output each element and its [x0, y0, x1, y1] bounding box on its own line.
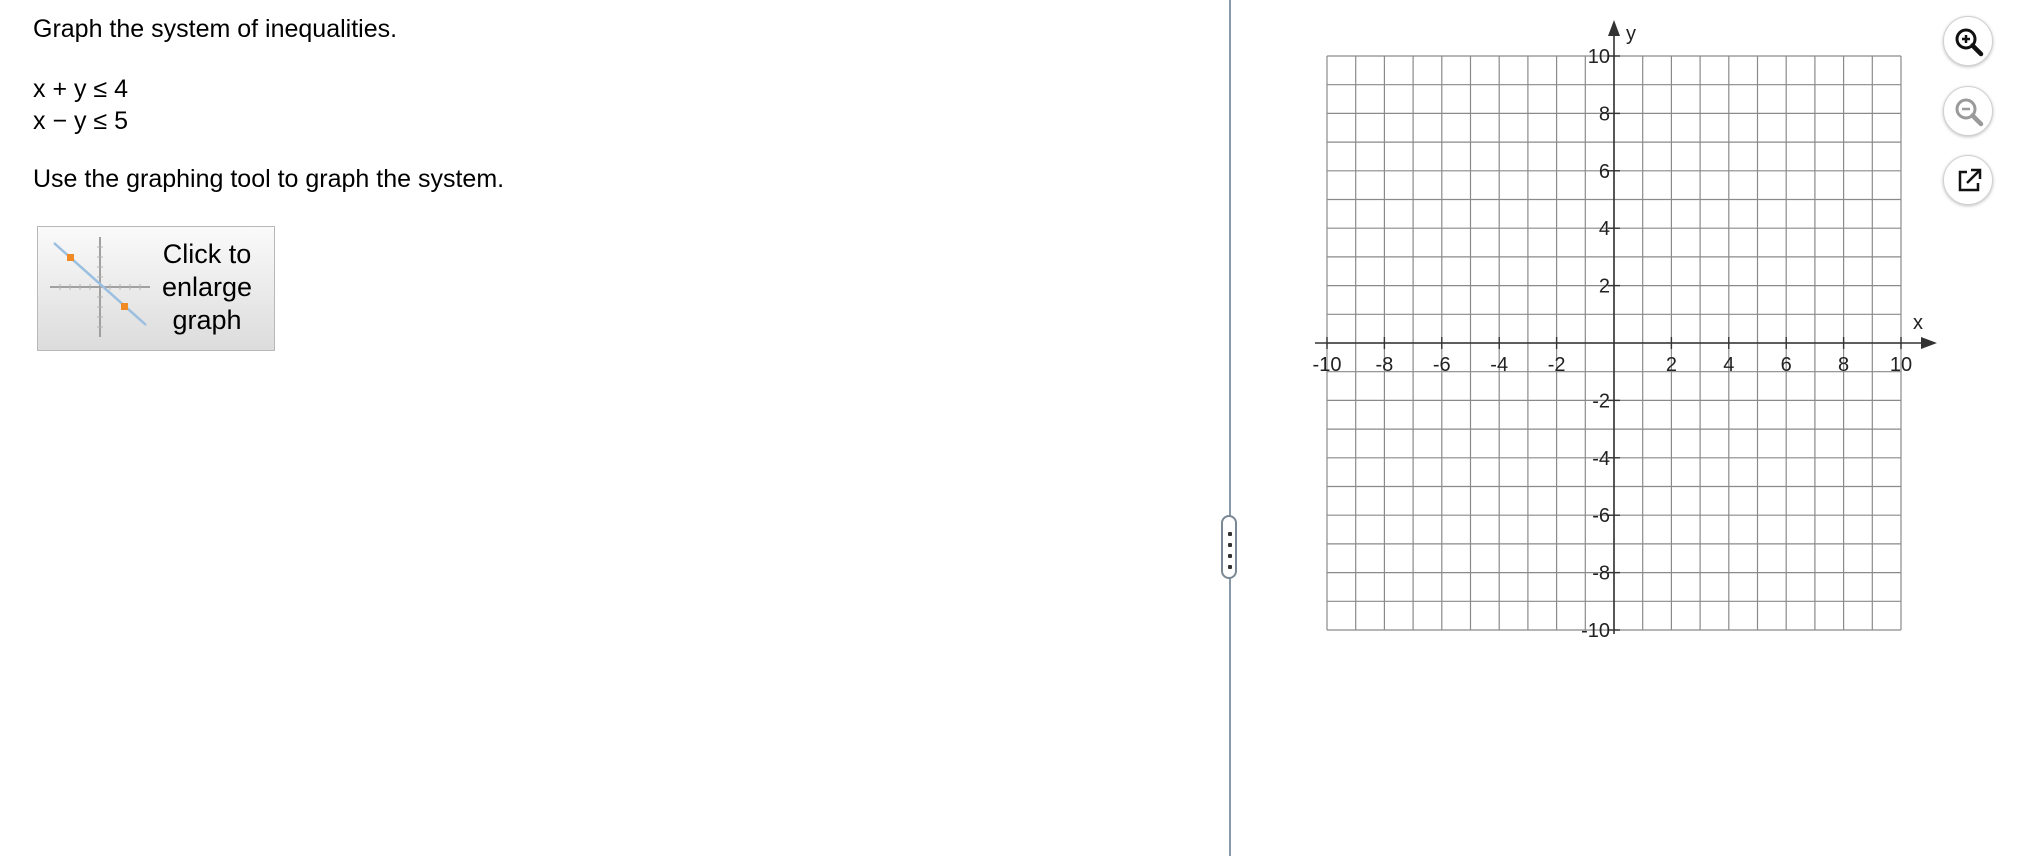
- zoom-in-icon: [1955, 28, 1984, 57]
- y-tick-label: -2: [1592, 390, 1610, 412]
- x-tick-label: 4: [1723, 354, 1734, 376]
- popout-icon: [1958, 168, 1982, 192]
- x-tick-label: 8: [1838, 354, 1849, 376]
- zoom-in-button[interactable]: [1943, 16, 1993, 66]
- graph-thumbnail-icon: [50, 237, 150, 337]
- y-tick-label: -10: [1581, 620, 1610, 642]
- question-pane: Graph the system of inequalities. x + y …: [0, 0, 1228, 846]
- question-prompt: Graph the system of inequalities.: [33, 15, 398, 43]
- x-tick-label: 2: [1666, 354, 1677, 376]
- y-tick-label: 8: [1599, 103, 1610, 125]
- y-axis-arrow: [1608, 20, 1620, 36]
- y-tick-label: -8: [1592, 563, 1610, 585]
- y-tick-label: -6: [1592, 505, 1610, 527]
- x-tick-label: -2: [1548, 354, 1566, 376]
- y-tick-label: 10: [1588, 46, 1610, 68]
- y-tick-label: 6: [1599, 161, 1610, 183]
- enlarge-graph-label: Click to enlarge graph: [161, 239, 253, 335]
- x-tick-label: -4: [1490, 354, 1508, 376]
- inequality-1: x + y ≤ 4: [33, 75, 129, 103]
- pane-divider: [1229, 0, 1231, 856]
- x-tick-label: -6: [1433, 354, 1451, 376]
- x-tick-label: -10: [1313, 354, 1342, 376]
- x-tick-label: -8: [1376, 354, 1394, 376]
- zoom-out-icon: [1955, 98, 1984, 127]
- x-axis-arrow: [1921, 337, 1937, 349]
- x-axis-label: x: [1913, 312, 1923, 334]
- coordinate-graph[interactable]: -10 -8 -6 -4 -2 2 4 6 8 10 10 8 6 4 2 -2 -4 -6 -8 -10 x y: [1300, 15, 1940, 655]
- popout-button[interactable]: [1943, 155, 1993, 205]
- y-axis-label: y: [1626, 23, 1636, 45]
- zoom-out-button[interactable]: [1943, 86, 1993, 136]
- splitter-handle[interactable]: [1221, 515, 1237, 579]
- enlarge-graph-button[interactable]: Click to enlarge graph: [37, 226, 275, 351]
- x-tick-label: 10: [1890, 354, 1912, 376]
- y-tick-label: 4: [1599, 218, 1610, 240]
- instruction-text: Use the graphing tool to graph the syste…: [33, 165, 505, 193]
- y-tick-label: -4: [1592, 448, 1610, 470]
- x-tick-label: 6: [1781, 354, 1792, 376]
- tick-labels: -10 -8 -6 -4 -2 2 4 6 8 10 10 8 6 4 2 -2 -4 -6 -8 -10: [1313, 46, 1913, 642]
- inequality-2: x − y ≤ 5: [33, 107, 129, 135]
- y-tick-label: 2: [1599, 276, 1610, 298]
